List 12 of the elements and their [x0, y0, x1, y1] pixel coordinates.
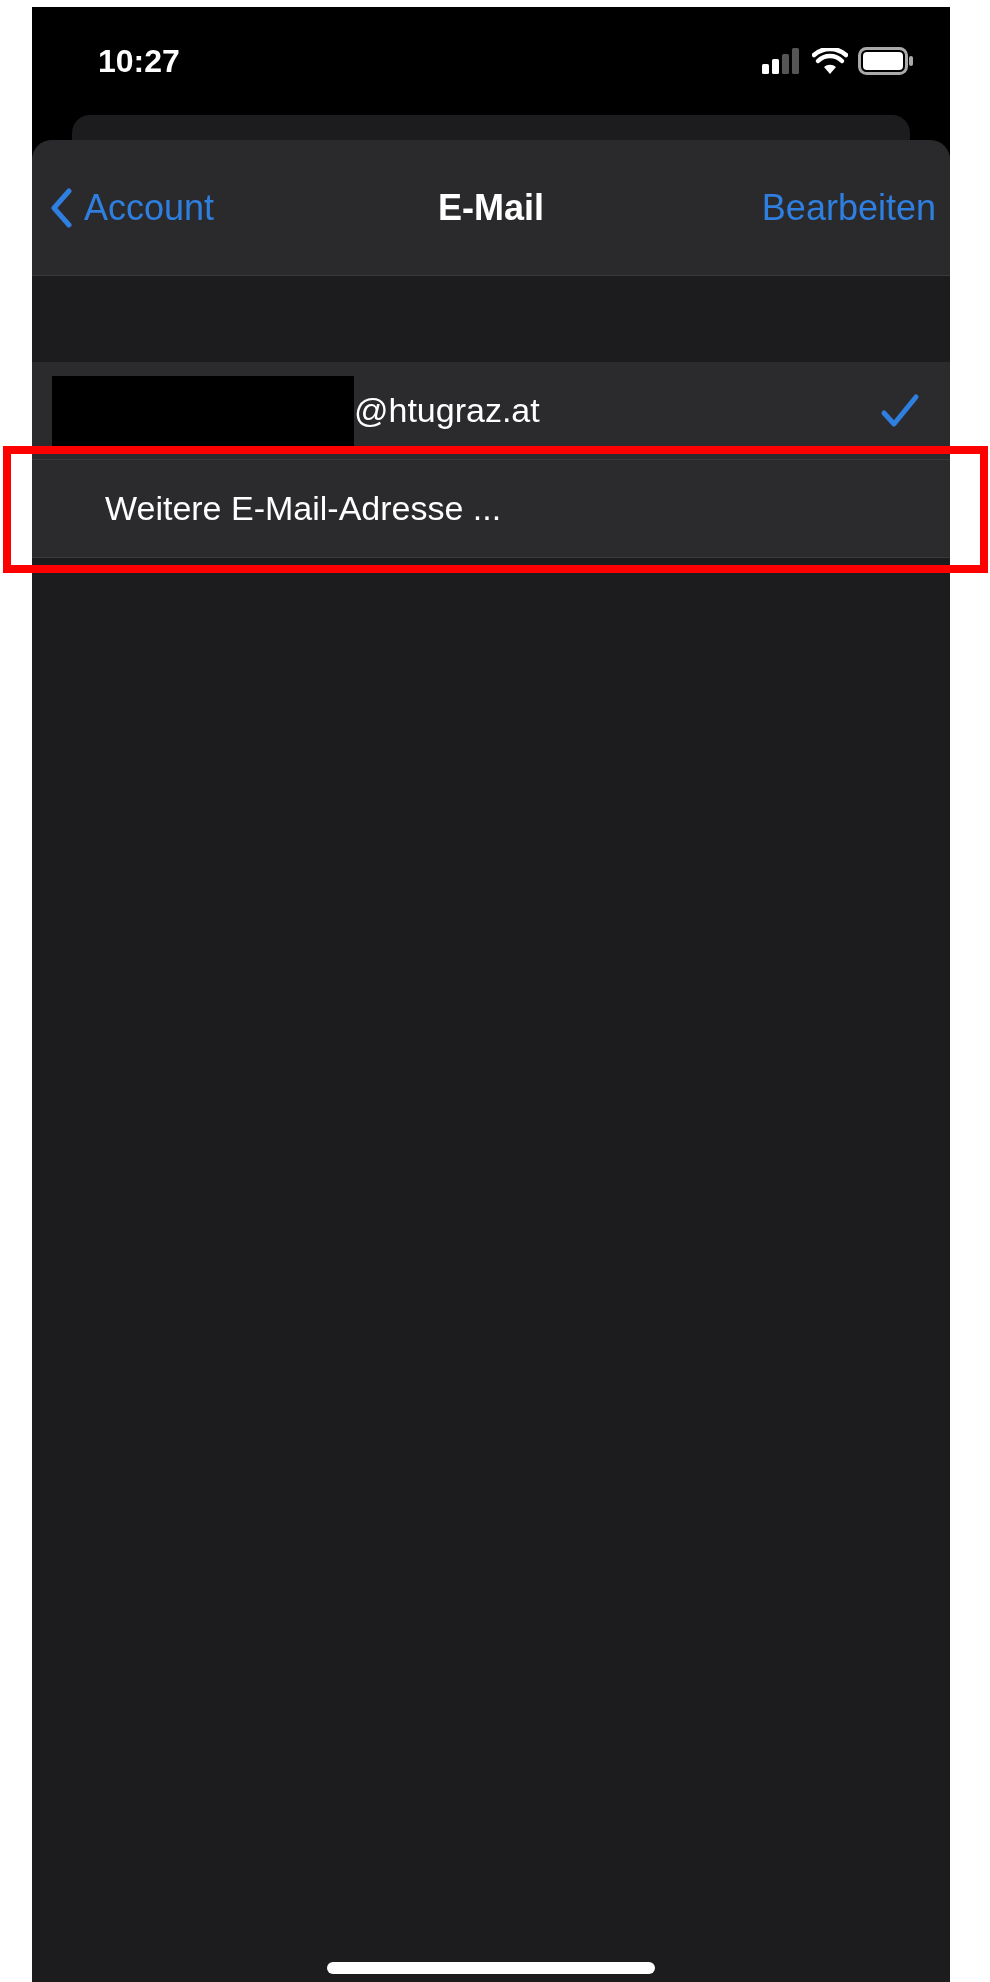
- back-button[interactable]: Account: [50, 186, 215, 229]
- add-address-label: Weitere E-Mail-Adresse ...: [104, 489, 502, 528]
- battery-icon: [858, 47, 914, 75]
- wifi-icon: [812, 48, 848, 74]
- edit-button[interactable]: Bearbeiten: [761, 186, 936, 229]
- signal-icon: [762, 48, 802, 74]
- email-address: @htugraz.at: [354, 391, 540, 430]
- add-address-row[interactable]: Weitere E-Mail-Adresse ...: [32, 460, 950, 558]
- address-row[interactable]: @htugraz.at: [32, 362, 950, 460]
- nav-title: E-Mail: [438, 186, 544, 229]
- chevron-icon: [50, 187, 72, 228]
- status-time: 10:27: [98, 42, 180, 80]
